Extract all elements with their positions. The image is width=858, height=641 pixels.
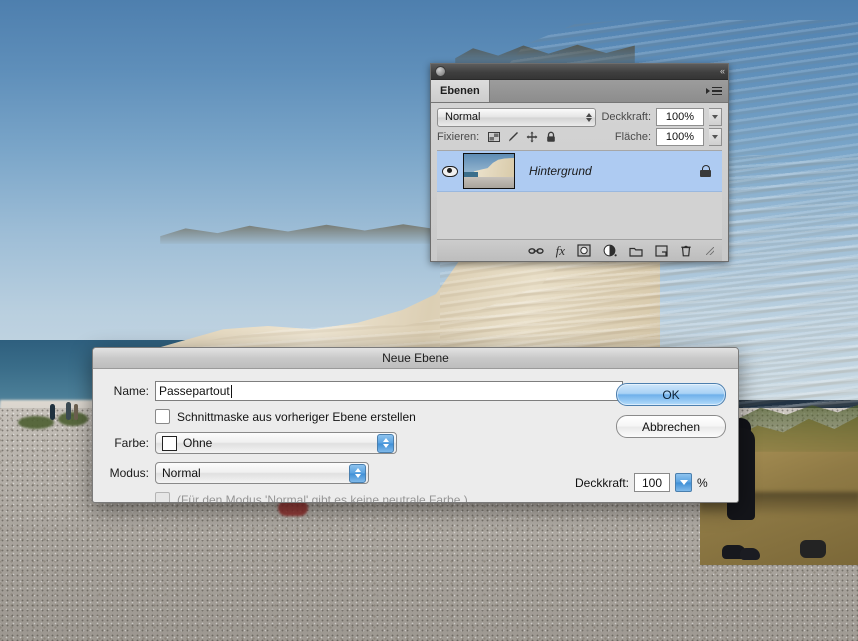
- text-caret: [230, 384, 232, 398]
- fill-value[interactable]: 100%: [656, 128, 704, 146]
- layer-name-input-value: Passepartout: [159, 384, 230, 398]
- dialog-opacity-input[interactable]: 100: [634, 473, 671, 492]
- cancel-button[interactable]: Abbrechen: [616, 415, 726, 438]
- lock-label: Fixieren:: [437, 131, 480, 143]
- layers-panel-footer: fx: [437, 239, 722, 261]
- lock-image-brush-icon[interactable]: [507, 131, 519, 143]
- neutral-color-row: (Für den Modus 'Normal' gibt es keine ne…: [155, 492, 738, 503]
- layers-list-empty-area: [437, 192, 722, 239]
- opacity-dropdown-icon[interactable]: [709, 108, 722, 126]
- beach-figure: [74, 404, 78, 420]
- dialog-opacity-label: Deckkraft:: [575, 475, 630, 490]
- beach-figure: [66, 402, 71, 420]
- panel-resize-grip[interactable]: [706, 246, 714, 255]
- panel-body: Normal Deckkraft: 100% Fixieren: Fläche:…: [431, 103, 728, 261]
- delete-layer-trash-icon[interactable]: [680, 244, 692, 257]
- layer-name-label[interactable]: Hintergrund: [515, 164, 688, 178]
- table-row[interactable]: Hintergrund: [437, 151, 722, 192]
- new-group-icon[interactable]: [629, 245, 643, 257]
- lock-position-move-icon[interactable]: [526, 131, 538, 143]
- screen: « Ebenen Normal Deckkraft: 100% Fixieren…: [0, 0, 858, 641]
- layers-panel[interactable]: « Ebenen Normal Deckkraft: 100% Fixieren…: [430, 63, 729, 262]
- link-layers-icon[interactable]: [527, 245, 544, 257]
- tab-ebenen-label: Ebenen: [440, 85, 480, 97]
- panel-close-dot-icon[interactable]: [435, 66, 446, 77]
- dialog-title: Neue Ebene: [382, 351, 449, 365]
- mode-value-wrap: Normal: [162, 466, 349, 480]
- seaweed-clump: [58, 412, 88, 426]
- layer-color-value: Ohne: [183, 436, 213, 450]
- mode-value: Normal: [162, 466, 201, 480]
- name-label: Name:: [113, 384, 149, 398]
- beach-figure: [50, 404, 55, 420]
- eye-icon: [442, 165, 458, 177]
- dialog-button-column: OK Abbrechen: [616, 383, 726, 447]
- panel-tab-filler: [490, 80, 728, 102]
- mode-label: Modus:: [109, 466, 149, 480]
- adjustment-layer-icon[interactable]: [603, 244, 617, 257]
- blend-mode-value: Normal: [445, 111, 481, 123]
- blend-mode-stepper-icon[interactable]: [586, 112, 593, 122]
- opacity-label: Deckkraft:: [601, 111, 651, 123]
- lock-icon: [699, 165, 711, 177]
- mode-stepper-icon[interactable]: [349, 463, 366, 483]
- layer-color-stepper-icon[interactable]: [377, 433, 394, 453]
- dialog-titlebar: Neue Ebene: [93, 348, 738, 369]
- dialog-opacity-unit: %: [697, 475, 708, 490]
- panel-titlebar[interactable]: «: [431, 64, 728, 80]
- layer-lock-indicator: [688, 165, 722, 177]
- ok-button[interactable]: OK: [616, 383, 726, 406]
- lock-icon-group: [488, 131, 557, 143]
- clipping-mask-label: Schnittmaske aus vorheriger Ebene erstel…: [177, 409, 416, 424]
- dialog-opacity-group: Deckkraft: 100 %: [575, 473, 708, 492]
- blend-opacity-row: Normal Deckkraft: 100%: [437, 107, 722, 127]
- seated-person-shoe: [740, 548, 760, 560]
- blend-mode-select[interactable]: Normal: [437, 107, 597, 127]
- layer-thumbnail[interactable]: [463, 153, 515, 189]
- lock-all-icon[interactable]: [545, 131, 557, 143]
- tab-ebenen[interactable]: Ebenen: [431, 80, 490, 102]
- lock-fill-row: Fixieren: Fläche: 100%: [437, 127, 722, 147]
- fill-dropdown-icon[interactable]: [709, 128, 722, 146]
- neutral-color-note: (Für den Modus 'Normal' gibt es keine ne…: [177, 492, 468, 503]
- new-layer-dialog[interactable]: Neue Ebene Name: Passepartout Schnittmas…: [92, 347, 739, 503]
- add-layer-mask-icon[interactable]: [577, 244, 591, 257]
- lock-transparency-icon[interactable]: [488, 131, 501, 143]
- layers-list[interactable]: Hintergrund: [437, 150, 722, 239]
- panel-tab-row[interactable]: Ebenen: [431, 80, 728, 103]
- layer-color-select[interactable]: Ohne: [155, 432, 397, 454]
- layer-visibility-toggle[interactable]: [439, 165, 461, 177]
- photoshop-canvas-photo: [0, 0, 858, 641]
- new-layer-icon[interactable]: [655, 244, 668, 257]
- beach-bag: [800, 540, 826, 558]
- opacity-value[interactable]: 100%: [656, 108, 704, 126]
- panel-menu-icon[interactable]: [706, 86, 722, 96]
- blend-mode-select-dialog[interactable]: Normal: [155, 462, 369, 484]
- layer-color-value-wrap: Ohne: [162, 435, 377, 451]
- color-label: Farbe:: [114, 436, 149, 450]
- neutral-color-checkbox: [155, 492, 170, 502]
- layer-name-input[interactable]: Passepartout: [155, 381, 623, 401]
- layer-style-fx-icon[interactable]: fx: [556, 243, 565, 259]
- color-swatch-none-icon: [162, 435, 177, 451]
- dialog-body: Name: Passepartout Schnittmaske aus vorh…: [93, 369, 738, 503]
- fill-label: Fläche:: [614, 131, 651, 143]
- clipping-mask-checkbox[interactable]: [155, 409, 170, 424]
- dialog-opacity-dropdown-icon[interactable]: [675, 473, 693, 492]
- seaweed-clump: [18, 416, 54, 429]
- panel-collapse-icon[interactable]: «: [720, 67, 725, 76]
